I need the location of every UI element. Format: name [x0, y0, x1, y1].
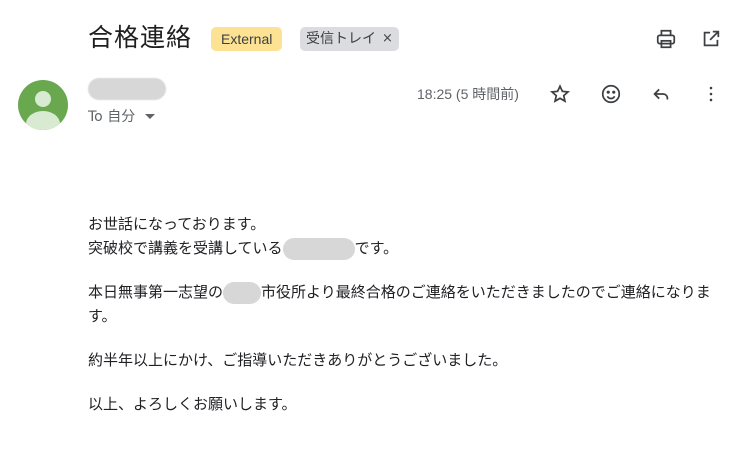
sender-avatar [18, 80, 68, 130]
redacted-city [223, 281, 262, 304]
recipient-text: To 自分 [88, 109, 136, 125]
body-paragraph-greeting: お世話になっております。 突破校で講義を受講している です。 [88, 212, 728, 260]
remove-label-icon[interactable]: × [382, 27, 393, 51]
body-line-2b: です。 [354, 239, 399, 257]
avatar-icon-body [26, 111, 60, 130]
email-timestamp: 18:25 (5 時間前) [417, 86, 519, 102]
recipient-line[interactable]: To 自分 [88, 106, 156, 126]
star-icon [549, 84, 571, 103]
body-paragraph-result: 本日無事第一志望の 市役所より最終合格のご連絡をいただきましたのでご連絡になります… [88, 280, 728, 328]
chevron-down-icon[interactable] [145, 113, 156, 119]
body-line-2a: 突破校で講義を受講している [88, 239, 283, 257]
open-in-new-icon [703, 30, 720, 47]
body-paragraph-thanks: 約半年以上にかけ、ご指導いただきありがとうございました。 [88, 351, 508, 369]
body-line-1: お世話になっております。 [88, 215, 266, 233]
print-icon [656, 29, 676, 49]
more-vert-icon [709, 86, 713, 102]
star-button[interactable] [544, 78, 576, 110]
emoji-reaction-button[interactable] [595, 78, 627, 110]
sender-name-redacted [88, 78, 166, 100]
email-subject: 合格連絡 [88, 23, 193, 52]
inbox-label[interactable]: 受信トレイ × [300, 27, 399, 51]
avatar-icon-head [35, 91, 51, 107]
print-button[interactable] [650, 23, 682, 55]
body-para2-a: 本日無事第一志望の [88, 283, 224, 301]
more-options-button[interactable] [695, 78, 727, 110]
email-body: お世話になっております。 突破校で講義を受講している です。 本日無事第一志望の市… [88, 212, 728, 436]
emoji-icon [601, 84, 621, 104]
body-paragraph-closing: 以上、よろしくお願いします。 [88, 395, 297, 413]
reply-icon [653, 88, 669, 100]
reply-button[interactable] [645, 78, 677, 110]
inbox-label-text: 受信トレイ [306, 31, 376, 47]
open-in-new-window-button[interactable] [695, 23, 727, 55]
external-label: External [211, 27, 283, 51]
redacted-name [282, 237, 355, 260]
